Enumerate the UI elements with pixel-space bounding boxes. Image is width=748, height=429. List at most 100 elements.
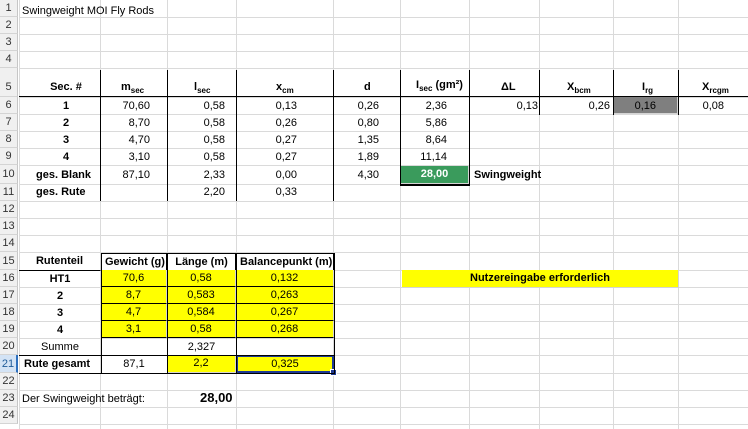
table1-cell-i[interactable]: 5,86 bbox=[401, 115, 447, 131]
t2-header-weight[interactable]: Gewicht (g) bbox=[101, 253, 167, 271]
row-header[interactable]: 14 bbox=[0, 235, 18, 252]
table2-cell-balance[interactable]: 0,132 bbox=[236, 270, 334, 287]
label-summe[interactable]: Summe bbox=[19, 339, 101, 355]
result-label[interactable]: Der Swingweight beträgt: bbox=[22, 391, 145, 407]
cell-dl[interactable]: 0,13 bbox=[470, 98, 538, 114]
table1-cell-x[interactable]: 0,26 bbox=[237, 115, 297, 131]
spreadsheet-grid[interactable]: 1 2 3 4 5 6 7 8 9 10 11 12 13 14 15 16 17 18 19 20 21 22 23 24 … bbox=[0, 0, 748, 429]
table2-cell-balance[interactable]: 0,268 bbox=[236, 321, 334, 338]
row-header[interactable]: 24 bbox=[0, 407, 18, 424]
table1-cell-m[interactable]: 70,60 bbox=[100, 98, 150, 114]
header-m-sub: sec bbox=[130, 86, 145, 96]
cell-l-total[interactable]: 2,33 bbox=[167, 167, 225, 183]
label-swingweight[interactable]: Swingweight bbox=[474, 167, 541, 183]
row-header[interactable]: 8 bbox=[0, 131, 18, 148]
table1-cell-sec[interactable]: 1 bbox=[36, 98, 96, 114]
row-header[interactable]: 5 bbox=[0, 68, 18, 97]
table1-cell-l[interactable]: 0,58 bbox=[167, 132, 225, 148]
row-header[interactable]: 13 bbox=[0, 218, 18, 235]
header-dl[interactable]: ΔL bbox=[501, 79, 516, 95]
table2-cell-length[interactable]: 0,58 bbox=[167, 270, 236, 287]
row-header[interactable]: 9 bbox=[0, 148, 18, 165]
table1-cell-sec[interactable]: 2 bbox=[36, 115, 96, 131]
t2-header-length[interactable]: Länge (m) bbox=[167, 253, 236, 271]
label-ges-rute[interactable]: ges. Rute bbox=[36, 184, 86, 200]
table1-cell-i[interactable]: 11,14 bbox=[401, 149, 447, 165]
table2-cell-weight[interactable]: 8,7 bbox=[101, 287, 167, 304]
table2-cell-weight[interactable]: 70,6 bbox=[101, 270, 167, 287]
table1-cell-i[interactable]: 2,36 bbox=[401, 98, 447, 114]
table1-cell-m[interactable]: 4,70 bbox=[100, 132, 150, 148]
header-i[interactable]: Isec (gm²) bbox=[416, 77, 463, 97]
table1-cell-x[interactable]: 0,13 bbox=[237, 98, 297, 114]
row-header[interactable]: 1 bbox=[0, 0, 18, 17]
cell-gesamt-weight[interactable]: 87,1 bbox=[101, 356, 167, 372]
table2-cell-balance[interactable]: 0,263 bbox=[236, 287, 334, 304]
table1-cell-d[interactable]: 1,35 bbox=[335, 132, 379, 148]
row-header[interactable]: 19 bbox=[0, 321, 18, 338]
table2-cell-balance[interactable]: 0,267 bbox=[236, 304, 334, 321]
table2-cell-part[interactable]: HT1 bbox=[19, 271, 101, 287]
table1-cell-d[interactable]: 1,89 bbox=[335, 149, 379, 165]
row-header[interactable]: 3 bbox=[0, 34, 18, 51]
row-header[interactable]: 22 bbox=[0, 373, 18, 390]
t2-header-balance[interactable]: Balancepunkt (m) bbox=[236, 253, 334, 271]
table1-cell-m[interactable]: 3,10 bbox=[100, 149, 150, 165]
cell-x-rute[interactable]: 0,33 bbox=[237, 184, 297, 200]
cell-d-total[interactable]: 4,30 bbox=[335, 167, 379, 183]
table1-cell-sec[interactable]: 3 bbox=[36, 132, 96, 148]
table1-cell-x[interactable]: 0,27 bbox=[237, 132, 297, 148]
row-header[interactable]: 7 bbox=[0, 114, 18, 131]
note-user-input[interactable]: Nutzereingabe erforderlich bbox=[402, 270, 679, 288]
row-header[interactable]: 23 bbox=[0, 390, 18, 407]
cell-gesamt-length[interactable]: 2,2 bbox=[167, 355, 236, 373]
cell-irg[interactable]: 0,16 bbox=[616, 98, 656, 114]
cell-summe-length[interactable]: 2,327 bbox=[167, 339, 236, 355]
cell-xr[interactable]: 0,08 bbox=[680, 98, 724, 114]
header-x-sub: cm bbox=[282, 86, 294, 96]
table2-cell-length[interactable]: 0,583 bbox=[167, 287, 236, 304]
row-header[interactable]: 11 bbox=[0, 184, 18, 201]
t2-header-part[interactable]: Rutenteil bbox=[19, 253, 101, 271]
cell-xb[interactable]: 0,26 bbox=[540, 98, 610, 114]
label-rute-gesamt[interactable]: Rute gesamt bbox=[24, 356, 90, 372]
table2-cell-weight[interactable]: 4,7 bbox=[101, 304, 167, 321]
result-value[interactable]: 28,00 bbox=[200, 390, 233, 406]
cell-l-rute[interactable]: 2,20 bbox=[167, 184, 225, 200]
table2-cell-length[interactable]: 0,584 bbox=[167, 304, 236, 321]
row-header[interactable]: 15 bbox=[0, 252, 18, 270]
row-header[interactable]: 12 bbox=[0, 201, 18, 218]
table1-cell-d[interactable]: 0,26 bbox=[335, 98, 379, 114]
table1-cell-sec[interactable]: 4 bbox=[36, 149, 96, 165]
header-d[interactable]: d bbox=[364, 79, 371, 95]
table1-cell-i[interactable]: 8,64 bbox=[401, 132, 447, 148]
sheet-title[interactable]: Swingweight MOI Fly Rods bbox=[22, 3, 154, 19]
table1-cell-d[interactable]: 0,80 bbox=[335, 115, 379, 131]
table1-cell-l[interactable]: 0,58 bbox=[167, 98, 225, 114]
table1-cell-l[interactable]: 0,58 bbox=[167, 149, 225, 165]
row-header[interactable]: 18 bbox=[0, 304, 18, 321]
table2-cell-part[interactable]: 4 bbox=[19, 322, 101, 338]
table2-cell-weight[interactable]: 3,1 bbox=[101, 321, 167, 338]
label-ges-blank[interactable]: ges. Blank bbox=[36, 167, 91, 183]
row-header[interactable]: 17 bbox=[0, 287, 18, 304]
table1-cell-m[interactable]: 8,70 bbox=[100, 115, 150, 131]
cell-x-total[interactable]: 0,00 bbox=[237, 167, 297, 183]
header-sec[interactable]: Sec. # bbox=[34, 79, 98, 95]
row-header[interactable]: 4 bbox=[0, 51, 18, 68]
cell-m-total[interactable]: 87,10 bbox=[100, 167, 150, 183]
table2-cell-part[interactable]: 3 bbox=[19, 305, 101, 321]
table2-cell-part[interactable]: 2 bbox=[19, 288, 101, 304]
header-xr-sub: rcgm bbox=[709, 86, 729, 96]
swingweight-result-cell[interactable]: 28,00 bbox=[401, 166, 469, 184]
row-header[interactable]: 2 bbox=[0, 17, 18, 34]
table2-cell-length[interactable]: 0,58 bbox=[167, 321, 236, 338]
row-header[interactable]: 10 bbox=[0, 165, 18, 184]
row-header[interactable]: 16 bbox=[0, 270, 18, 287]
row-header[interactable]: 20 bbox=[0, 338, 18, 355]
table1-cell-x[interactable]: 0,27 bbox=[237, 149, 297, 165]
row-header[interactable]: 6 bbox=[0, 97, 18, 114]
row-header[interactable]: 21 bbox=[0, 355, 18, 373]
table1-cell-l[interactable]: 0,58 bbox=[167, 115, 225, 131]
cell-gesamt-balance[interactable]: 0,325 bbox=[236, 355, 334, 373]
